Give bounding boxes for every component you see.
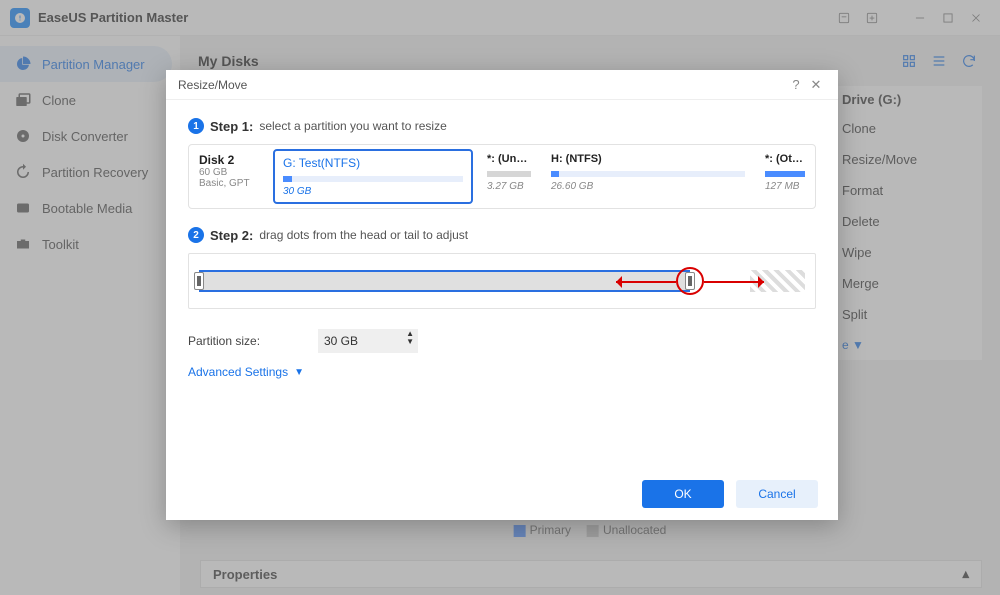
step2-label: Step 2: bbox=[210, 228, 253, 243]
disk-info: Disk 2 60 GB Basic, GPT bbox=[189, 145, 269, 208]
dialog-title: Resize/Move bbox=[178, 78, 247, 92]
step2-badge: 2 bbox=[188, 227, 204, 243]
hint-arrow-left bbox=[616, 281, 676, 283]
hint-arrow-right bbox=[704, 281, 764, 283]
step2-desc: drag dots from the head or tail to adjus… bbox=[259, 228, 468, 242]
partition-g-test[interactable]: G: Test(NTFS) 30 GB bbox=[273, 149, 473, 204]
stepper-arrows[interactable]: ▲▼ bbox=[406, 330, 414, 346]
dialog-close-button[interactable]: ✕ bbox=[806, 77, 826, 93]
resize-handle-left[interactable] bbox=[194, 272, 204, 290]
chevron-down-icon: ▼ bbox=[294, 367, 304, 378]
help-icon[interactable]: ? bbox=[786, 77, 806, 92]
partition-other[interactable]: *: (Oth… 127 MB bbox=[755, 145, 815, 208]
resize-handle-right[interactable] bbox=[685, 272, 695, 290]
step1-label: Step 1: bbox=[210, 119, 253, 134]
partition-size-label: Partition size: bbox=[188, 334, 318, 348]
partition-unallocated[interactable]: *: (Unallo… 3.27 GB bbox=[477, 145, 541, 208]
resize-move-dialog: Resize/Move ? ✕ 1 Step 1: select a parti… bbox=[166, 70, 838, 520]
step1-badge: 1 bbox=[188, 118, 204, 134]
partition-picker: Disk 2 60 GB Basic, GPT G: Test(NTFS) 30… bbox=[188, 144, 816, 209]
cancel-button[interactable]: Cancel bbox=[736, 480, 818, 508]
resize-slider[interactable] bbox=[188, 253, 816, 309]
advanced-settings-toggle[interactable]: Advanced Settings ▼ bbox=[188, 365, 816, 379]
step1-desc: select a partition you want to resize bbox=[259, 119, 446, 133]
ok-button[interactable]: OK bbox=[642, 480, 724, 508]
partition-h[interactable]: H: (NTFS) 26.60 GB bbox=[541, 145, 755, 208]
partition-size-input[interactable]: 30 GB ▲▼ bbox=[318, 329, 418, 353]
